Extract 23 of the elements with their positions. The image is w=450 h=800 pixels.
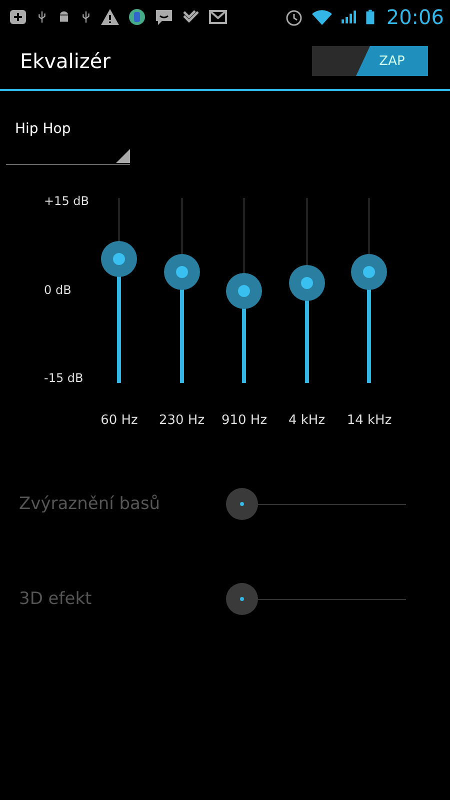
slider-thumb[interactable]	[101, 241, 138, 278]
screen-title: Ekvalizér	[20, 49, 112, 73]
slider-thumb[interactable]	[226, 488, 258, 520]
frequency-label: 230 Hz	[158, 413, 205, 428]
slider-thumb[interactable]	[226, 272, 262, 308]
app-icon	[127, 6, 147, 26]
slider-thumb[interactable]	[288, 265, 325, 302]
slider-thumb[interactable]	[226, 583, 258, 615]
frequency-label: 14 kHz	[346, 413, 392, 428]
slider-thumb[interactable]	[351, 254, 388, 290]
db-scale-label: 0 dB	[44, 282, 72, 296]
corner-triangle-icon	[116, 149, 130, 163]
preset-dropdown[interactable]: Hip Hop	[6, 121, 130, 165]
effect-label: 3D efekt	[18, 589, 93, 609]
db-scale-label: +15 dB	[44, 194, 89, 208]
clock-time: 20:06	[386, 4, 444, 28]
db-scale-label: -15 dB	[44, 371, 84, 385]
effect-label: Zvýraznění basů	[18, 494, 162, 514]
slider-thumb[interactable]	[164, 254, 200, 290]
frequency-label: 910 Hz	[221, 413, 268, 428]
frequency-label: 4 kHz	[288, 413, 326, 428]
warning-icon	[100, 6, 120, 26]
frequency-label: 60 Hz	[100, 413, 138, 428]
